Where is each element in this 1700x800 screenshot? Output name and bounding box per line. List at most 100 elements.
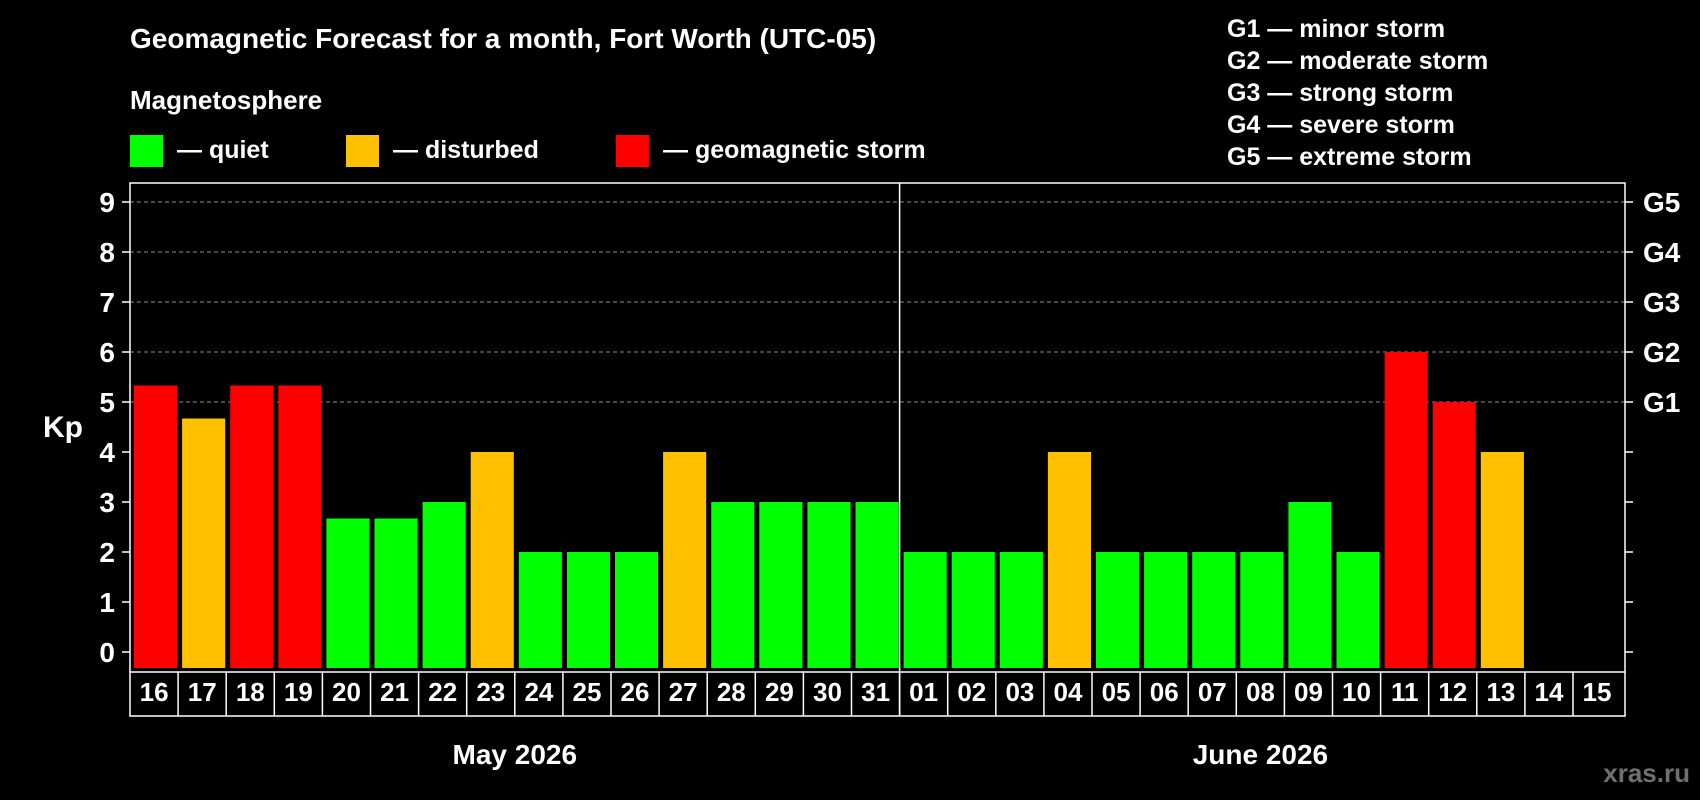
day-labels: 16 17 18 19 20 21 22 23 24 25 26 27 28 29 30 31 01 02 03 04… bbox=[140, 672, 1612, 716]
day-label-18: 18 bbox=[236, 677, 265, 707]
y-axis-ticks: 0 1 2 3 4 5 6 7 8 9 bbox=[99, 187, 130, 668]
right-axis-label-g2: G2 bbox=[1643, 337, 1680, 368]
storm-scale-g4: G4 — severe storm bbox=[1227, 111, 1455, 139]
bar-05 bbox=[1096, 552, 1140, 668]
bar-18 bbox=[230, 385, 274, 668]
bar-13 bbox=[1480, 452, 1524, 668]
y-tick-label-4: 4 bbox=[99, 437, 115, 468]
storm-scale-g3: G3 — strong storm bbox=[1227, 79, 1453, 107]
right-axis-label-g3: G3 bbox=[1643, 287, 1680, 318]
month-label-1: June 2026 bbox=[1193, 739, 1328, 770]
right-axis-ticks: G1 G2 G3 G4 G5 bbox=[1625, 187, 1681, 653]
day-label-24: 24 bbox=[524, 677, 553, 707]
right-axis-label-g4: G4 bbox=[1643, 237, 1681, 268]
bar-17 bbox=[182, 418, 226, 668]
bar-08 bbox=[1240, 552, 1284, 668]
day-label-11: 11 bbox=[1391, 677, 1419, 707]
y-tick-label-0: 0 bbox=[99, 637, 115, 668]
bar-02 bbox=[951, 552, 995, 668]
day-label-05: 05 bbox=[1102, 677, 1131, 707]
y-tick-label-3: 3 bbox=[99, 487, 115, 518]
day-label-31: 31 bbox=[861, 677, 890, 707]
storm-scale-list: G1 — minor storm G2 — moderate storm G3 … bbox=[1227, 15, 1488, 171]
legend-label-disturbed: — disturbed bbox=[393, 136, 539, 164]
y-tick-label-6: 6 bbox=[99, 337, 115, 368]
bar-25 bbox=[566, 552, 610, 668]
geomagnetic-forecast-chart: Geomagnetic Forecast for a month, Fort W… bbox=[43, 15, 1690, 788]
bar-23 bbox=[470, 452, 514, 668]
day-label-07: 07 bbox=[1198, 677, 1227, 707]
y-axis-label: Kp bbox=[43, 411, 83, 444]
bar-04 bbox=[1047, 452, 1091, 668]
bar-30 bbox=[807, 502, 851, 668]
bar-01 bbox=[903, 552, 947, 668]
storm-scale-g1: G1 — minor storm bbox=[1227, 15, 1445, 43]
bar-24 bbox=[518, 552, 562, 668]
y-tick-label-2: 2 bbox=[99, 537, 115, 568]
bar-22 bbox=[422, 502, 466, 668]
bar-27 bbox=[663, 452, 707, 668]
bar-06 bbox=[1144, 552, 1188, 668]
bar-09 bbox=[1288, 502, 1332, 668]
bar-26 bbox=[615, 552, 659, 668]
day-label-01: 01 bbox=[909, 677, 938, 707]
day-label-29: 29 bbox=[765, 677, 794, 707]
day-label-03: 03 bbox=[1005, 677, 1034, 707]
day-label-21: 21 bbox=[380, 677, 409, 707]
bars bbox=[134, 352, 1524, 668]
y-tick-label-1: 1 bbox=[99, 587, 115, 618]
chart-title: Geomagnetic Forecast for a month, Fort W… bbox=[130, 23, 876, 54]
day-label-16: 16 bbox=[140, 677, 169, 707]
day-label-13: 13 bbox=[1486, 677, 1515, 707]
day-label-19: 19 bbox=[284, 677, 313, 707]
y-tick-label-8: 8 bbox=[99, 237, 115, 268]
bar-16 bbox=[134, 385, 178, 668]
month-labels: May 2026 June 2026 bbox=[453, 739, 1329, 770]
day-label-02: 02 bbox=[957, 677, 986, 707]
legend-swatch-storm bbox=[616, 135, 649, 167]
bar-10 bbox=[1336, 552, 1380, 668]
legend-swatch-disturbed bbox=[346, 135, 379, 167]
right-axis-label-g1: G1 bbox=[1643, 387, 1680, 418]
bar-07 bbox=[1192, 552, 1236, 668]
watermark: xras.ru bbox=[1603, 758, 1690, 788]
legend-swatch-quiet bbox=[130, 135, 163, 167]
day-label-09: 09 bbox=[1294, 677, 1323, 707]
bar-12 bbox=[1432, 402, 1476, 668]
month-label-0: May 2026 bbox=[453, 739, 578, 770]
legend-label-quiet: — quiet bbox=[177, 136, 269, 164]
day-label-28: 28 bbox=[717, 677, 746, 707]
day-label-20: 20 bbox=[332, 677, 361, 707]
legend-label-storm: — geomagnetic storm bbox=[663, 136, 926, 164]
day-label-12: 12 bbox=[1438, 677, 1467, 707]
day-label-30: 30 bbox=[813, 677, 842, 707]
day-label-10: 10 bbox=[1342, 677, 1371, 707]
storm-scale-g2: G2 — moderate storm bbox=[1227, 47, 1488, 75]
day-label-26: 26 bbox=[621, 677, 650, 707]
y-tick-label-5: 5 bbox=[99, 387, 115, 418]
bar-19 bbox=[278, 385, 322, 668]
day-label-15: 15 bbox=[1583, 677, 1612, 707]
day-label-14: 14 bbox=[1535, 677, 1564, 707]
day-label-04: 04 bbox=[1054, 677, 1083, 707]
legend: — quiet — disturbed — geomagnetic storm bbox=[130, 135, 926, 167]
bar-31 bbox=[855, 502, 899, 668]
bar-29 bbox=[759, 502, 803, 668]
y-tick-label-7: 7 bbox=[99, 287, 115, 318]
y-tick-label-9: 9 bbox=[99, 187, 115, 218]
day-label-06: 06 bbox=[1150, 677, 1179, 707]
day-label-25: 25 bbox=[573, 677, 602, 707]
storm-scale-g5: G5 — extreme storm bbox=[1227, 143, 1472, 171]
day-label-27: 27 bbox=[669, 677, 698, 707]
day-label-17: 17 bbox=[188, 677, 217, 707]
day-label-08: 08 bbox=[1246, 677, 1275, 707]
legend-title: Magnetosphere bbox=[130, 85, 322, 115]
bar-03 bbox=[999, 552, 1043, 668]
bar-20 bbox=[326, 518, 370, 668]
bar-21 bbox=[374, 518, 418, 668]
bar-28 bbox=[711, 502, 755, 668]
day-label-23: 23 bbox=[476, 677, 505, 707]
right-axis-label-g5: G5 bbox=[1643, 187, 1680, 218]
day-label-22: 22 bbox=[428, 677, 457, 707]
bar-11 bbox=[1384, 352, 1428, 668]
